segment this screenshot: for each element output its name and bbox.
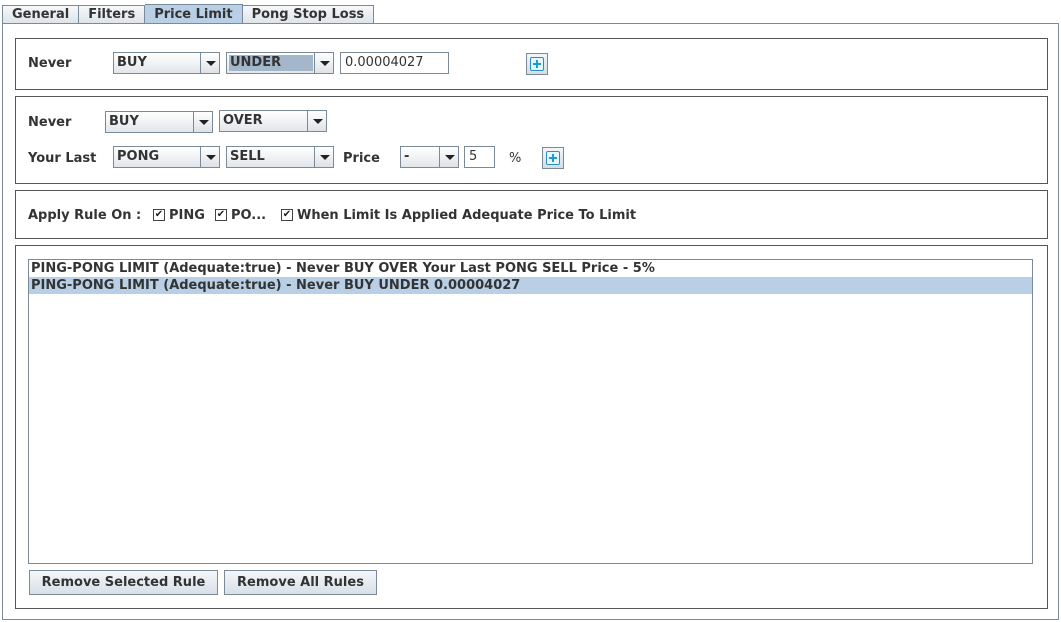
add-fixed-rule-button[interactable] bbox=[526, 53, 548, 75]
pong-checkbox-label: PO... bbox=[231, 207, 267, 223]
order-side-combo-value: SELL bbox=[230, 149, 265, 164]
plus-icon bbox=[546, 151, 560, 165]
direction-combo[interactable]: UNDER bbox=[226, 52, 334, 74]
tab-bar: General Filters Price Limit Pong Stop Lo… bbox=[2, 4, 375, 24]
chevron-down-icon[interactable] bbox=[314, 147, 333, 167]
adequate-price-checkbox[interactable]: ✔ When Limit Is Applied Adequate Price T… bbox=[281, 207, 636, 223]
order-side-combo[interactable]: SELL bbox=[226, 146, 334, 168]
tab-price-limit[interactable]: Price Limit bbox=[145, 4, 243, 24]
list-item[interactable]: PING-PONG LIMIT (Adequate:true) - Never … bbox=[29, 277, 1032, 294]
checkmark-icon[interactable]: ✔ bbox=[153, 209, 165, 221]
ping-checkbox[interactable]: ✔ PING bbox=[153, 207, 205, 223]
remove-all-rules-button[interactable]: Remove All Rules bbox=[224, 570, 377, 595]
tab-general[interactable]: General bbox=[2, 5, 80, 24]
price-input[interactable]: 0.00004027 bbox=[340, 52, 449, 74]
apply-rule-label: Apply Rule On : bbox=[28, 208, 142, 223]
price-label: Price bbox=[343, 151, 380, 166]
your-last-label: Your Last bbox=[28, 151, 97, 166]
never-label: Never bbox=[28, 115, 72, 130]
chevron-down-icon[interactable] bbox=[200, 53, 219, 73]
percent-symbol: % bbox=[509, 151, 522, 166]
list-item[interactable]: PING-PONG LIMIT (Adequate:true) - Never … bbox=[29, 260, 1032, 277]
add-relative-rule-button[interactable] bbox=[542, 147, 564, 169]
rules-list[interactable]: PING-PONG LIMIT (Adequate:true) - Never … bbox=[28, 259, 1033, 564]
direction-combo-value: OVER bbox=[223, 113, 263, 128]
chevron-down-icon[interactable] bbox=[193, 112, 212, 132]
never-label: Never bbox=[28, 56, 72, 71]
side-combo[interactable]: BUY bbox=[105, 111, 213, 133]
pong-checkbox[interactable]: ✔ PO... bbox=[215, 207, 266, 223]
order-type-combo-value: PONG bbox=[117, 149, 160, 164]
tab-filters[interactable]: Filters bbox=[79, 5, 146, 24]
remove-selected-rule-button[interactable]: Remove Selected Rule bbox=[29, 570, 218, 595]
sign-combo[interactable]: - bbox=[400, 146, 459, 168]
apply-rule-panel: Apply Rule On : ✔ PING ✔ PO... ✔ When Li… bbox=[15, 190, 1048, 239]
side-combo-value: BUY bbox=[109, 114, 139, 129]
plus-icon bbox=[530, 57, 544, 71]
fixed-price-rule-panel: Never BUY UNDER 0.00004027 bbox=[15, 38, 1048, 90]
relative-price-rule-panel: Never BUY OVER Your Last PONG SELL Price… bbox=[15, 96, 1048, 184]
checkmark-icon[interactable]: ✔ bbox=[281, 209, 293, 221]
chevron-down-icon[interactable] bbox=[200, 147, 219, 167]
chevron-down-icon[interactable] bbox=[314, 53, 333, 73]
percent-input[interactable]: 5 bbox=[464, 146, 495, 168]
direction-combo[interactable]: OVER bbox=[219, 110, 327, 132]
rules-list-panel: PING-PONG LIMIT (Adequate:true) - Never … bbox=[15, 245, 1048, 609]
side-combo[interactable]: BUY bbox=[113, 52, 220, 74]
side-combo-value: BUY bbox=[117, 55, 147, 70]
chevron-down-icon[interactable] bbox=[439, 147, 458, 167]
checkmark-icon[interactable]: ✔ bbox=[215, 209, 227, 221]
chevron-down-icon[interactable] bbox=[307, 111, 326, 131]
sign-combo-value: - bbox=[404, 149, 410, 164]
direction-combo-value: UNDER bbox=[229, 55, 313, 71]
tab-pong-stop-loss[interactable]: Pong Stop Loss bbox=[242, 5, 375, 24]
ping-checkbox-label: PING bbox=[169, 207, 205, 223]
adequate-price-checkbox-label: When Limit Is Applied Adequate Price To … bbox=[297, 207, 637, 223]
order-type-combo[interactable]: PONG bbox=[113, 146, 220, 168]
tab-content-price-limit: Never BUY UNDER 0.00004027 Never BUY OVE… bbox=[2, 23, 1059, 620]
